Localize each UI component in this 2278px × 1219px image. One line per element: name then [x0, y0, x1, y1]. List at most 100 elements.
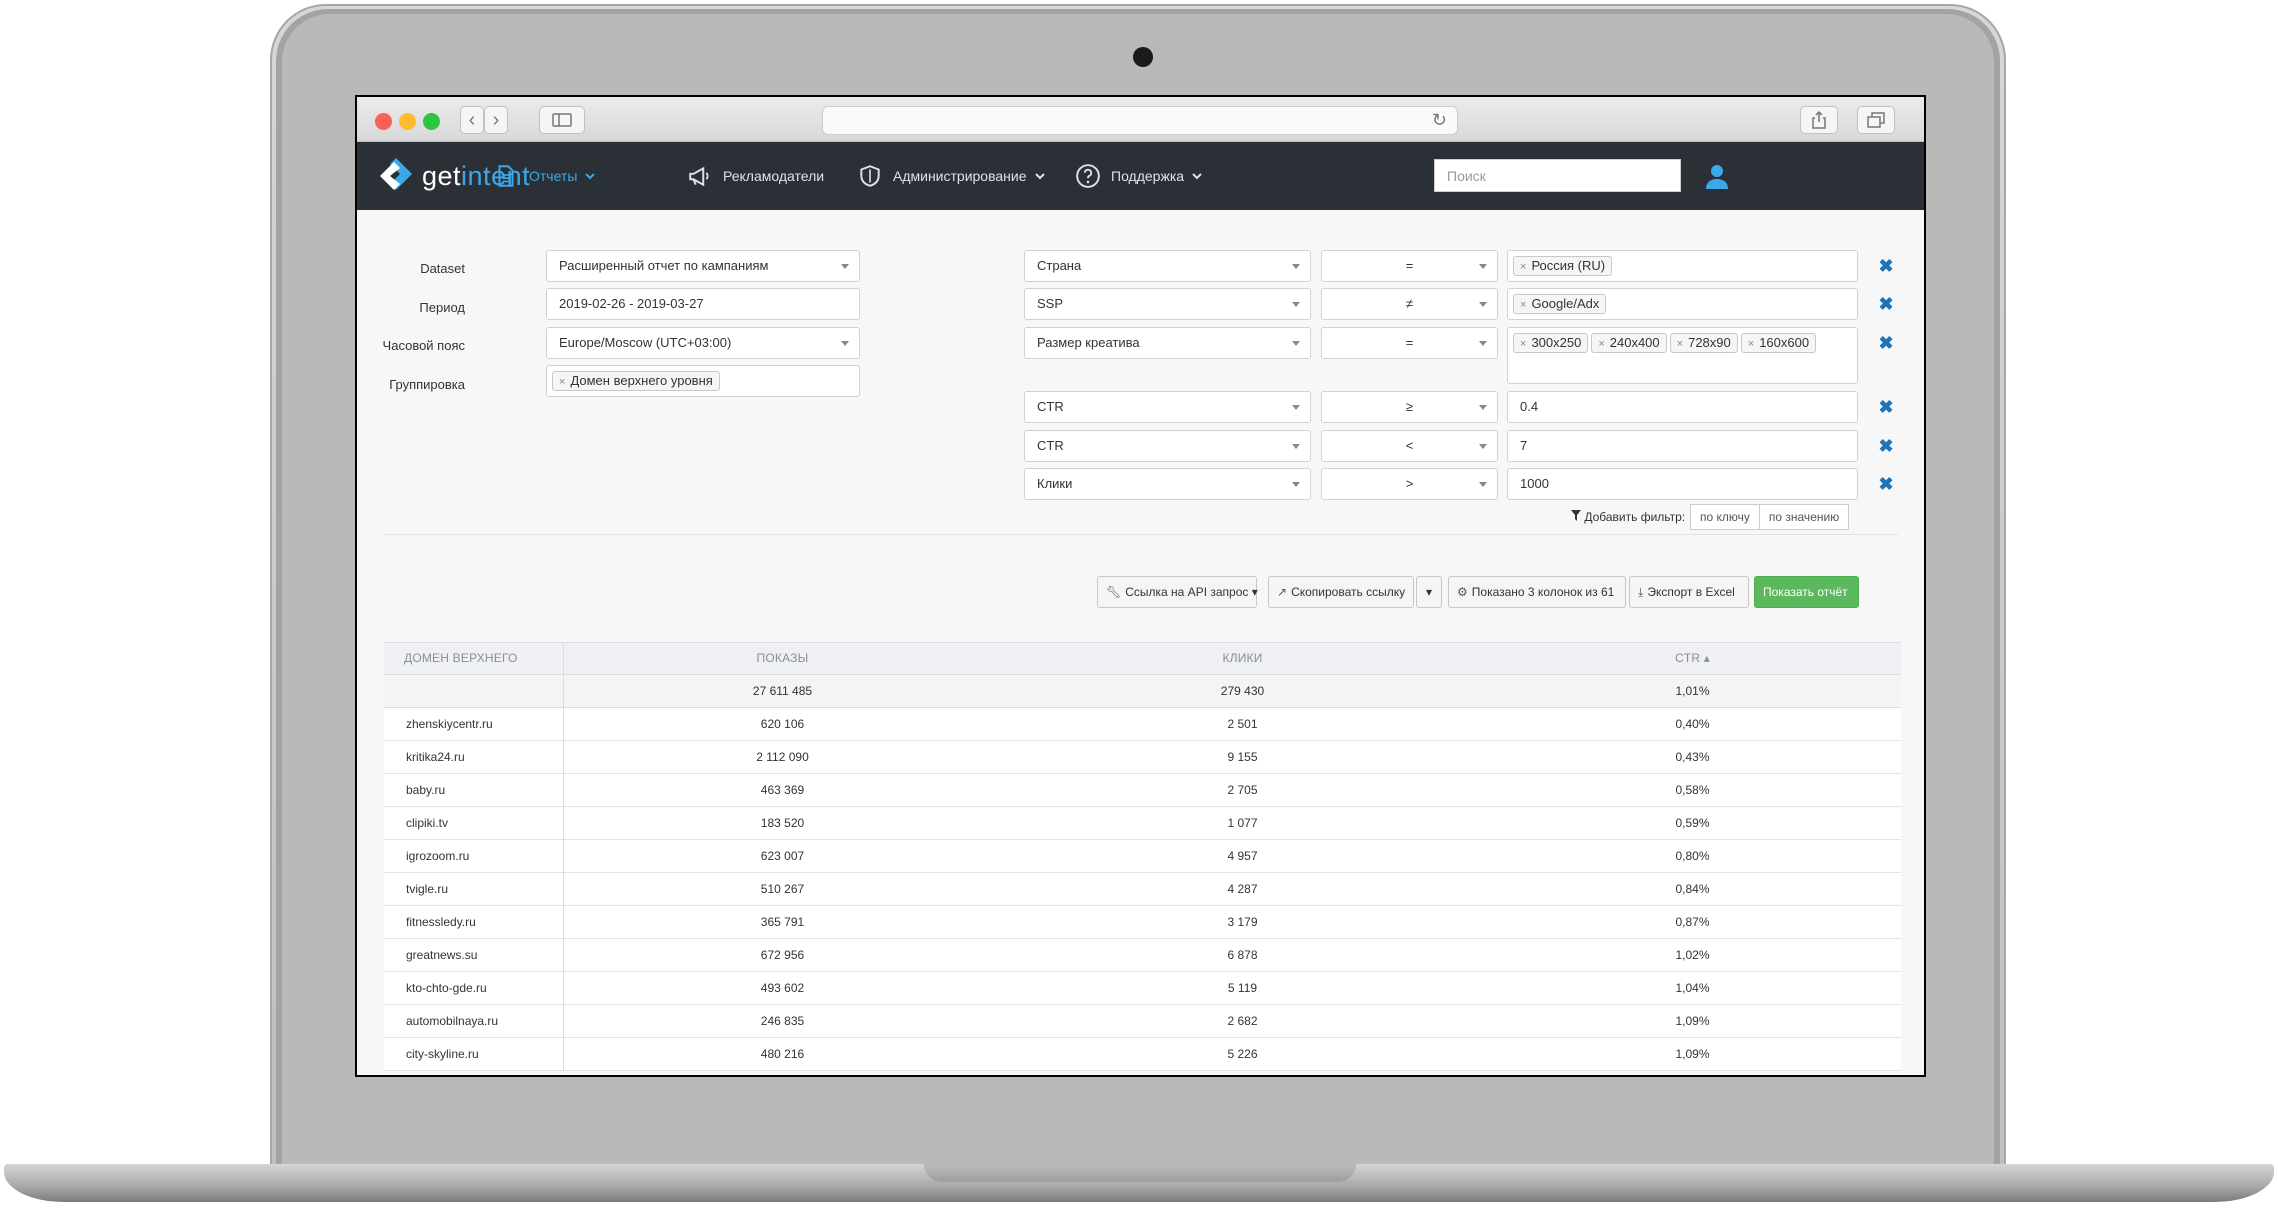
filter-operator-select[interactable]: ≥	[1321, 391, 1498, 423]
grouping-label: Группировка	[389, 377, 465, 392]
back-arrow-icon[interactable]: ‹	[460, 106, 484, 134]
nav-administration-label: Администрирование	[893, 168, 1027, 184]
filter-operator-select[interactable]: =	[1321, 250, 1498, 282]
cell-clicks: 1 077	[1227, 816, 1258, 830]
filter-value-select[interactable]: × Google/Adx	[1507, 288, 1858, 320]
reload-icon[interactable]: ↻	[1432, 110, 1447, 131]
share-icon[interactable]	[1800, 106, 1838, 134]
gear-icon: ⚙	[1457, 585, 1468, 599]
timezone-select[interactable]: Europe/Moscow (UTC+03:00)	[546, 327, 860, 359]
filter-value-input[interactable]: 0.4	[1507, 391, 1858, 423]
user-icon[interactable]	[1704, 163, 1730, 189]
caret-down-icon	[1292, 264, 1300, 269]
add-filter-by-value-button[interactable]: по значению	[1759, 504, 1850, 530]
remove-filter-icon[interactable]: ✖	[1878, 437, 1894, 455]
add-filter-buttons: по ключу по значению	[1690, 504, 1850, 530]
minimize-window-button[interactable]	[399, 113, 416, 130]
grouping-select[interactable]: × Домен верхнего уровня	[546, 365, 860, 397]
remove-tag-icon[interactable]: ×	[1598, 338, 1604, 350]
filter-value-select[interactable]: × Россия (RU)	[1507, 250, 1858, 282]
cell-clicks: 9 155	[1227, 750, 1258, 764]
forward-arrow-icon[interactable]: ›	[484, 106, 508, 134]
remove-tag-icon[interactable]: ×	[559, 376, 565, 388]
copy-link-button[interactable]: ↗ Скопировать ссылку	[1268, 576, 1414, 608]
chevron-down-icon	[1034, 173, 1045, 180]
filter-operator-value: <	[1405, 438, 1414, 453]
cell-domain: city-skyline.ru	[384, 1038, 564, 1070]
columns-button[interactable]: ⚙ Показано 3 колонок из 61	[1448, 576, 1626, 608]
table-row: zhenskiycentr.ru 620 106 2 501 0,40%	[384, 708, 1901, 741]
filter-field-select[interactable]: Страна	[1024, 250, 1311, 282]
sort-ascending-icon: ▴	[1703, 651, 1711, 665]
grouping-tag: × Домен верхнего уровня	[552, 371, 720, 391]
search-input[interactable]	[1434, 159, 1681, 192]
nav-support-label: Поддержка	[1111, 168, 1185, 184]
nav-administration[interactable]: Администрирование	[857, 142, 1045, 210]
address-bar[interactable]: ↻	[822, 106, 1458, 135]
cell-ctr: 0,59%	[1675, 816, 1710, 830]
filter-value-select[interactable]: × 300x250 × 240x400 × 728x90 × 160x600	[1507, 327, 1858, 384]
filter-field-select[interactable]: CTR	[1024, 430, 1311, 462]
dataset-select[interactable]: Расширенный отчет по кампаниям	[546, 250, 860, 282]
table-body: zhenskiycentr.ru 620 106 2 501 0,40% kritika…	[384, 708, 1901, 1071]
remove-tag-icon[interactable]: ×	[1677, 338, 1683, 350]
caret-down-icon	[1479, 264, 1487, 269]
header-clicks[interactable]: Клики	[1001, 643, 1484, 674]
table-row: tvigle.ru 510 267 4 287 0,84%	[384, 873, 1901, 906]
api-link-button[interactable]: 🔧︎ Ссылка на API запрос ▾	[1097, 576, 1258, 608]
cell-ctr: 1,04%	[1675, 981, 1710, 995]
export-excel-label: Экспорт в Excel	[1647, 585, 1735, 599]
filter-field-select[interactable]: SSP	[1024, 288, 1311, 320]
table-row: automobilnaya.ru 246 835 2 682 1,09%	[384, 1005, 1901, 1038]
filter-value-input[interactable]: 1000	[1507, 468, 1858, 500]
filter-operator-select[interactable]: >	[1321, 468, 1498, 500]
show-report-button[interactable]: Показать отчёт	[1754, 576, 1859, 608]
copy-link-dropdown-button[interactable]: ▾	[1416, 576, 1442, 608]
filter-field-value: Страна	[1037, 258, 1082, 273]
remove-filter-icon[interactable]: ✖	[1878, 334, 1894, 352]
caret-down-icon	[1479, 302, 1487, 307]
remove-filter-icon[interactable]: ✖	[1878, 398, 1894, 416]
nav-reports[interactable]: Отчеты	[493, 142, 596, 210]
caret-down-icon	[1479, 405, 1487, 410]
remove-tag-icon[interactable]: ×	[1520, 338, 1526, 350]
nav-support[interactable]: Поддержка	[1075, 142, 1202, 210]
cell-ctr: 0,87%	[1675, 915, 1710, 929]
filter-operator-select[interactable]: ≠	[1321, 288, 1498, 320]
caret-down-icon	[841, 341, 849, 346]
cell-domain: automobilnaya.ru	[384, 1005, 564, 1037]
remove-filter-icon[interactable]: ✖	[1878, 295, 1894, 313]
chevron-down-icon	[585, 173, 596, 180]
remove-tag-icon[interactable]: ×	[1748, 338, 1754, 350]
filter-value-input[interactable]: 7	[1507, 430, 1858, 462]
nav-advertisers-label: Рекламодатели	[723, 168, 825, 184]
filter-operator-select[interactable]: =	[1321, 327, 1498, 359]
header-domain[interactable]: Домен верхнего уровня	[384, 643, 564, 696]
add-filter-by-key-button[interactable]: по ключу	[1690, 504, 1760, 530]
filter-field-select[interactable]: Размер креатива	[1024, 327, 1311, 359]
filter-field-select[interactable]: Клики	[1024, 468, 1311, 500]
remove-filter-icon[interactable]: ✖	[1878, 257, 1894, 275]
filter-tag-label: Google/Adx	[1531, 296, 1600, 311]
nav-advertisers[interactable]: Рекламодатели	[687, 142, 824, 210]
export-excel-button[interactable]: ⤓ Экспорт в Excel	[1629, 576, 1749, 608]
sidebar-toggle-icon[interactable]	[539, 106, 585, 134]
header-ctr[interactable]: CTR ▴	[1484, 643, 1901, 674]
filter-operator-select[interactable]: <	[1321, 430, 1498, 462]
question-circle-icon	[1076, 164, 1100, 188]
tabs-overview-icon[interactable]	[1857, 106, 1895, 134]
cell-domain: baby.ru	[384, 774, 564, 806]
remove-tag-icon[interactable]: ×	[1520, 299, 1526, 311]
columns-label: Показано 3 колонок из 61	[1471, 585, 1615, 599]
filter-field-select[interactable]: CTR	[1024, 391, 1311, 423]
maximize-window-button[interactable]	[423, 113, 440, 130]
filter-value-text: 1000	[1520, 476, 1549, 491]
filter-field-value: SSP	[1037, 296, 1064, 311]
table-row: baby.ru 463 369 2 705 0,58%	[384, 774, 1901, 807]
remove-tag-icon[interactable]: ×	[1520, 261, 1526, 273]
period-input[interactable]: 2019-02-26 - 2019-03-27	[546, 288, 860, 320]
header-impressions[interactable]: Показы	[564, 643, 1001, 674]
period-value: 2019-02-26 - 2019-03-27	[559, 296, 704, 311]
close-window-button[interactable]	[375, 113, 392, 130]
remove-filter-icon[interactable]: ✖	[1878, 475, 1894, 493]
